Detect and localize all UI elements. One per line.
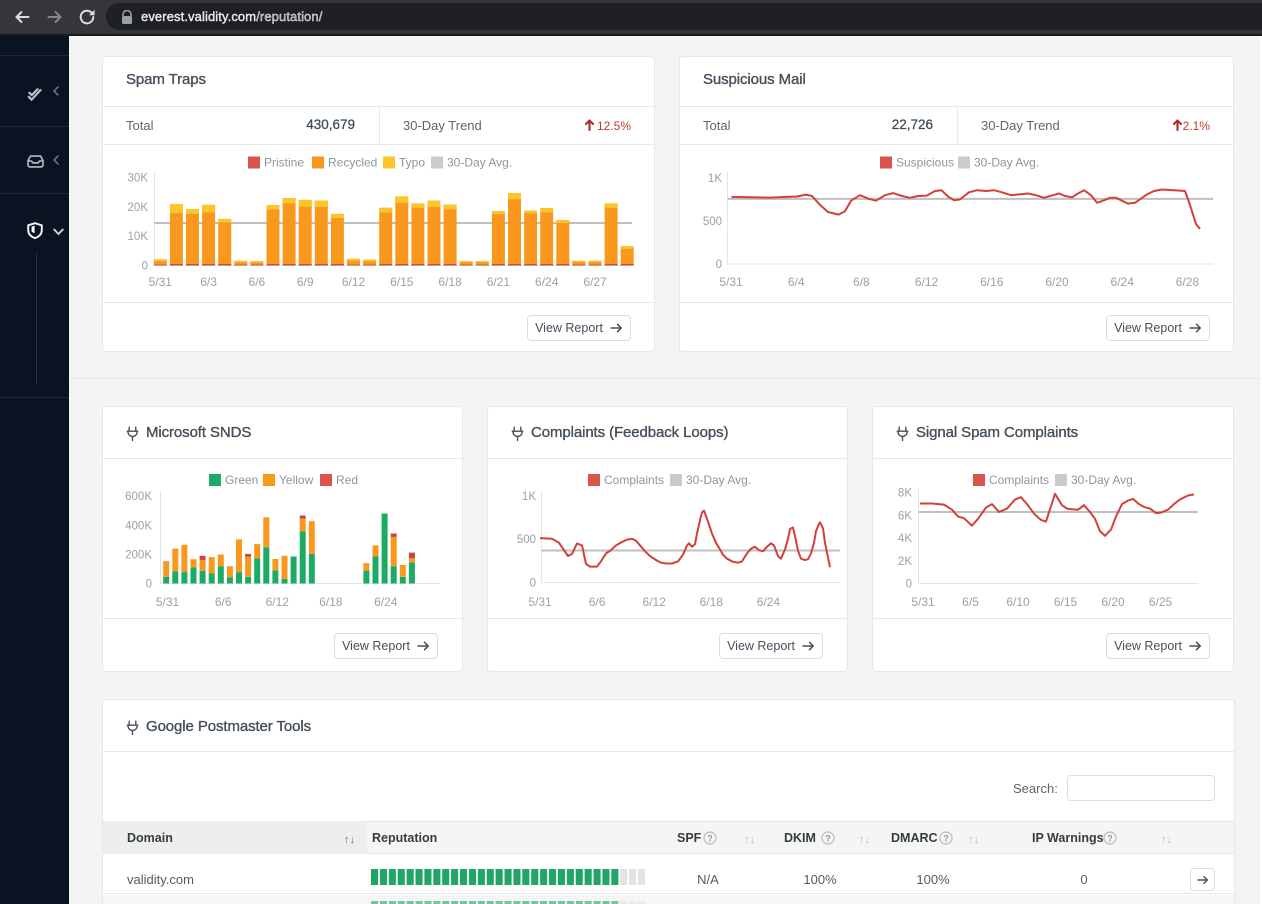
svg-text:5/31: 5/31: [528, 595, 552, 609]
svg-text:6/6: 6/6: [589, 595, 606, 609]
svg-text:500: 500: [703, 216, 722, 228]
svg-text:2K: 2K: [898, 556, 912, 568]
svg-text:SPF: SPF: [677, 831, 702, 845]
svg-text:4K: 4K: [898, 533, 912, 545]
svg-text:600K: 600K: [125, 491, 152, 503]
svg-text:6/28: 6/28: [1176, 275, 1200, 289]
svg-text:200K: 200K: [125, 549, 152, 561]
svg-text:6/18: 6/18: [438, 275, 462, 289]
svg-text:400K: 400K: [125, 520, 152, 532]
svg-text:500: 500: [517, 534, 536, 546]
svg-text:6/21: 6/21: [487, 275, 511, 289]
svg-text:5/31: 5/31: [156, 595, 180, 609]
svg-text:Red: Red: [336, 473, 358, 487]
svg-text:Domain: Domain: [127, 831, 173, 845]
svg-text:0: 0: [906, 579, 912, 591]
svg-text:Complaints: Complaints: [604, 473, 664, 487]
svg-text:↑↓: ↑↓: [859, 834, 870, 846]
svg-text:↑↓: ↑↓: [1161, 834, 1172, 846]
svg-text:Reputation: Reputation: [372, 831, 437, 845]
svg-text:0: 0: [142, 261, 148, 273]
svg-text:5/31: 5/31: [149, 275, 173, 289]
svg-text:↑↓: ↑↓: [968, 834, 979, 846]
svg-text:6/25: 6/25: [1149, 595, 1173, 609]
svg-text:IP Warnings: IP Warnings: [1032, 831, 1104, 845]
svg-text:5/31: 5/31: [719, 275, 743, 289]
svg-text:1K: 1K: [522, 491, 536, 503]
svg-text:DMARC: DMARC: [891, 831, 938, 845]
svg-text:6/15: 6/15: [390, 275, 414, 289]
svg-text:6/24: 6/24: [535, 275, 559, 289]
svg-text:6/9: 6/9: [297, 275, 314, 289]
svg-text:6/24: 6/24: [1111, 275, 1135, 289]
svg-text:6/24: 6/24: [757, 595, 781, 609]
svg-text:6K: 6K: [898, 510, 912, 522]
svg-text:0: 0: [530, 578, 536, 590]
svg-text:DKIM: DKIM: [784, 831, 816, 845]
svg-text:6/8: 6/8: [853, 275, 870, 289]
svg-text:6/5: 6/5: [962, 595, 979, 609]
svg-text:6/15: 6/15: [1054, 595, 1078, 609]
svg-text:6/20: 6/20: [1045, 275, 1069, 289]
svg-text:30-Day Avg.: 30-Day Avg.: [686, 473, 751, 487]
svg-text:10K: 10K: [128, 231, 149, 243]
svg-text:30-Day Avg.: 30-Day Avg.: [447, 156, 512, 170]
svg-text:6/20: 6/20: [1101, 595, 1125, 609]
svg-text:6/6: 6/6: [249, 275, 266, 289]
svg-text:?: ?: [707, 834, 713, 844]
svg-text:6/3: 6/3: [200, 275, 217, 289]
svg-text:6/12: 6/12: [915, 275, 939, 289]
svg-text:30-Day Avg.: 30-Day Avg.: [1071, 473, 1136, 487]
svg-text:6/16: 6/16: [980, 275, 1004, 289]
svg-text:Suspicious: Suspicious: [896, 156, 954, 170]
svg-text:6/10: 6/10: [1006, 595, 1030, 609]
svg-text:↑↓: ↑↓: [344, 834, 355, 846]
svg-text:6/6: 6/6: [215, 595, 232, 609]
svg-text:20K: 20K: [128, 202, 149, 214]
svg-text:30-Day Avg.: 30-Day Avg.: [974, 156, 1039, 170]
svg-text:5/31: 5/31: [911, 595, 935, 609]
svg-text:6/24: 6/24: [374, 595, 398, 609]
svg-text:6/12: 6/12: [643, 595, 667, 609]
svg-text:↑↓: ↑↓: [744, 834, 755, 846]
svg-text:?: ?: [943, 834, 949, 844]
svg-text:?: ?: [1107, 834, 1113, 844]
svg-text:Complaints: Complaints: [989, 473, 1049, 487]
svg-text:Yellow: Yellow: [279, 473, 314, 487]
svg-text:1K: 1K: [708, 173, 722, 185]
svg-text:0: 0: [146, 579, 152, 591]
svg-text:Pristine: Pristine: [264, 156, 304, 170]
svg-text:6/27: 6/27: [583, 275, 607, 289]
svg-text:30K: 30K: [128, 173, 149, 185]
svg-text:6/18: 6/18: [700, 595, 724, 609]
svg-text:Green: Green: [225, 473, 258, 487]
svg-text:Recycled: Recycled: [328, 156, 377, 170]
svg-text:Typo: Typo: [399, 156, 425, 170]
svg-text:6/12: 6/12: [342, 275, 366, 289]
svg-text:0: 0: [716, 259, 722, 271]
svg-text:6/12: 6/12: [266, 595, 290, 609]
svg-text:6/18: 6/18: [319, 595, 343, 609]
svg-text:6/4: 6/4: [788, 275, 805, 289]
svg-text:?: ?: [825, 834, 831, 844]
svg-text:8K: 8K: [898, 488, 912, 500]
